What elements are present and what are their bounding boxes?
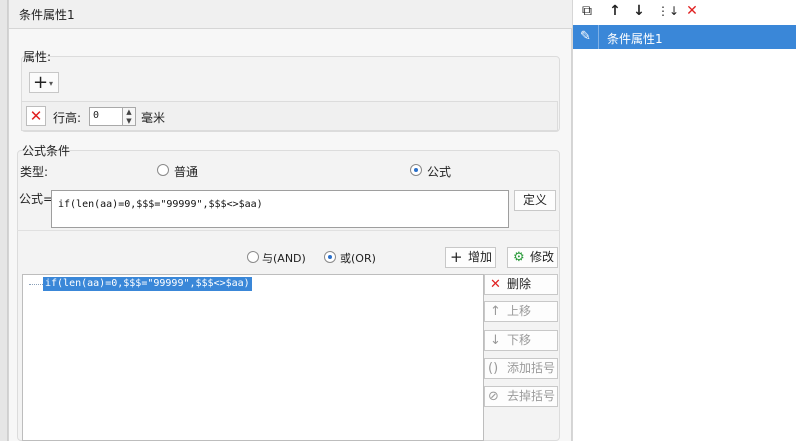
row-height-label: 行高: — [53, 111, 82, 125]
condition-list[interactable]: if(len(aa)=0,$$$="99999",$$$<>$aa) — [22, 274, 484, 441]
row-height-property: ✕ 行高: 0 ▲ ▼ 毫米 — [21, 101, 558, 131]
properties-label: 属性: — [23, 50, 52, 64]
condition-dialog-area: 条件属性1 属性: + ▾ ✕ 行高: 0 ▲ ▼ 毫米 公式条件 类型: 普通… — [0, 0, 572, 441]
formula-condition-label: 公式条件 — [22, 144, 71, 158]
spin-up-icon[interactable]: ▲ — [123, 108, 135, 117]
logic-or-label[interactable]: 或(OR) — [340, 250, 376, 266]
chevron-down-icon: ▾ — [49, 79, 54, 88]
remove-brackets-button[interactable]: ⊘ 去掉括号 — [484, 386, 558, 407]
arrow-up-icon[interactable]: ↑ — [607, 3, 623, 19]
formula-input[interactable]: if(len(aa)=0,$$$="99999",$$$<>$aa) — [51, 190, 509, 228]
add-condition-button[interactable]: + 增加 — [445, 247, 496, 268]
modify-condition-button[interactable]: ⚙ 修改 — [507, 247, 558, 268]
logic-and-radio[interactable] — [247, 251, 259, 263]
logic-or-radio[interactable] — [324, 251, 336, 263]
tree-connector — [29, 284, 43, 285]
arrow-down-icon: ↓ — [490, 333, 501, 348]
define-button[interactable]: 定义 — [514, 190, 556, 211]
edit-gear-icon: ⚙ — [513, 250, 525, 265]
brackets-icon: () — [488, 361, 499, 376]
plus-icon: + — [450, 248, 463, 266]
copy-icon[interactable]: ⧉ — [579, 3, 595, 19]
type-label: 类型: — [20, 165, 49, 179]
list-item[interactable]: if(len(aa)=0,$$$="99999",$$$<>$aa) — [43, 277, 252, 291]
close-icon: ✕ — [490, 277, 501, 292]
type-formula-radio[interactable] — [410, 164, 422, 176]
spin-down-icon[interactable]: ▼ — [123, 117, 135, 126]
arrow-up-icon: ↑ — [490, 304, 501, 319]
dialog-title: 条件属性1 — [9, 0, 572, 29]
divider — [17, 230, 560, 231]
delete-property-button[interactable]: ✕ — [26, 106, 46, 126]
formula-label: 公式= — [19, 192, 54, 206]
close-icon[interactable]: ✕ — [684, 3, 700, 19]
close-icon: ✕ — [29, 107, 43, 125]
condition-list-panel: ⧉ ↑ ↓ ⋮↓ ✕ ✎ 条件属性1 — [572, 0, 796, 441]
condition-list-item[interactable]: ✎ 条件属性1 — [573, 25, 796, 49]
row-height-spinner[interactable]: ▲ ▼ — [123, 107, 136, 126]
row-height-input[interactable]: 0 — [89, 107, 123, 126]
row-height-unit: 毫米 — [141, 111, 166, 125]
logic-and-label[interactable]: 与(AND) — [262, 250, 306, 266]
pencil-icon[interactable]: ✎ — [573, 25, 599, 49]
type-formula-label[interactable]: 公式 — [427, 163, 451, 180]
condition-attribute-dialog: 条件属性1 属性: + ▾ ✕ 行高: 0 ▲ ▼ 毫米 公式条件 类型: 普通… — [8, 0, 572, 441]
add-brackets-button[interactable]: () 添加括号 — [484, 358, 558, 379]
arrow-down-icon[interactable]: ↓ — [631, 3, 647, 19]
move-up-button[interactable]: ↑ 上移 — [484, 301, 558, 322]
plus-icon: + — [33, 72, 49, 93]
type-normal-radio[interactable] — [157, 164, 169, 176]
condition-name: 条件属性1 — [607, 32, 663, 46]
type-normal-label[interactable]: 普通 — [174, 163, 198, 180]
delete-button[interactable]: ✕ 删除 — [484, 274, 558, 295]
sort-down-icon[interactable]: ⋮↓ — [657, 3, 679, 19]
add-property-button[interactable]: + ▾ — [29, 72, 59, 93]
move-down-button[interactable]: ↓ 下移 — [484, 330, 558, 351]
remove-brackets-icon: ⊘ — [488, 389, 499, 404]
background-strip — [0, 0, 8, 441]
